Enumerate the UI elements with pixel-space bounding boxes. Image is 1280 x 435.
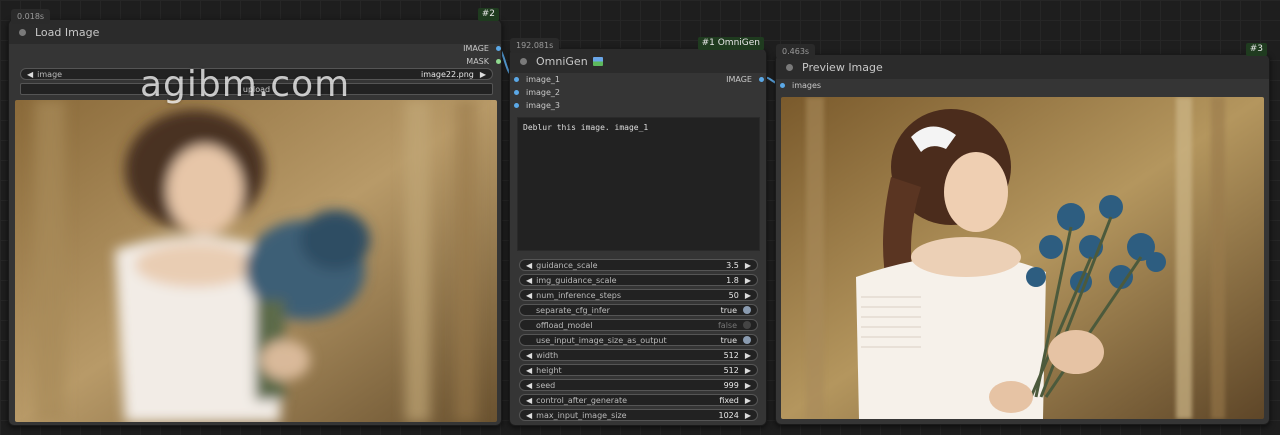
input-images-pin[interactable] xyxy=(780,83,785,88)
output-mask[interactable]: MASK xyxy=(466,57,501,66)
input-image-2[interactable]: image_2 xyxy=(514,88,560,97)
increment-arrow-icon[interactable]: ▶ xyxy=(745,261,751,270)
output-image-pin[interactable] xyxy=(759,77,764,82)
blurred-bride-image xyxy=(15,100,497,422)
image-emoji-icon xyxy=(592,56,603,66)
widget-max-input-image-size[interactable]: ◀ max_input_image_size 1024 ▶ xyxy=(519,409,758,421)
widget-label: max_input_image_size xyxy=(536,410,627,420)
input-image-2-pin[interactable] xyxy=(514,90,519,95)
widget-offload-model[interactable]: offload_model false xyxy=(519,319,758,331)
widget-label: seed xyxy=(536,380,556,390)
decrement-arrow-icon[interactable]: ◀ xyxy=(526,366,532,375)
widget-guidance-scale[interactable]: ◀ guidance_scale 3.5 ▶ xyxy=(519,259,758,271)
widget-label: num_inference_steps xyxy=(536,290,622,300)
preview-badge: #3 xyxy=(1245,43,1267,56)
output-image-label: IMAGE xyxy=(726,75,752,84)
input-image-3-pin[interactable] xyxy=(514,103,519,108)
combo-right-arrow-icon[interactable]: ▶ xyxy=(480,70,486,79)
combo-left-arrow-icon[interactable]: ◀ xyxy=(27,70,33,79)
widget-width[interactable]: ◀ width 512 ▶ xyxy=(519,349,758,361)
widget-label: control_after_generate xyxy=(536,395,628,405)
decrement-arrow-icon[interactable]: ◀ xyxy=(526,261,532,270)
increment-arrow-icon[interactable]: ▶ xyxy=(745,396,751,405)
decrement-arrow-icon[interactable]: ◀ xyxy=(526,351,532,360)
widget-label: img_guidance_scale xyxy=(536,275,617,285)
load-image-badge: #2 xyxy=(477,8,499,21)
increment-arrow-icon[interactable]: ▶ xyxy=(745,291,751,300)
increment-arrow-icon[interactable]: ▶ xyxy=(745,381,751,390)
input-image-3[interactable]: image_3 xyxy=(514,101,560,110)
combo-value: image22.png xyxy=(420,69,474,79)
toggle-knob-icon[interactable] xyxy=(743,336,751,344)
decrement-arrow-icon[interactable]: ◀ xyxy=(526,411,532,420)
input-image-2-label: image_2 xyxy=(526,88,561,97)
load-image-timer: 0.018s xyxy=(11,9,51,24)
output-image[interactable]: IMAGE xyxy=(726,75,764,84)
widget-value: 1024 xyxy=(718,410,739,420)
output-image-label: IMAGE xyxy=(463,44,489,53)
preview-image-output xyxy=(781,97,1264,419)
widget-value: 1.8 xyxy=(726,275,739,285)
increment-arrow-icon[interactable]: ▶ xyxy=(745,351,751,360)
preview-image-node[interactable]: 0.463s #3 Preview Image images xyxy=(775,43,1270,425)
widget-use-input-image-size-as-output[interactable]: use_input_image_size_as_output true xyxy=(519,334,758,346)
widget-value: 512 xyxy=(723,350,739,360)
widget-value: 50 xyxy=(728,290,739,300)
output-image[interactable]: IMAGE xyxy=(463,44,501,53)
widget-label: width xyxy=(536,350,559,360)
toggle-knob-icon[interactable] xyxy=(743,321,751,329)
widget-separate-cfg-infer[interactable]: separate_cfg_infer true xyxy=(519,304,758,316)
loaded-image-preview xyxy=(15,100,497,422)
collapse-dot-icon[interactable] xyxy=(786,63,793,71)
increment-arrow-icon[interactable]: ▶ xyxy=(745,366,751,375)
load-image-header[interactable]: Load Image xyxy=(9,20,501,44)
node-title: OmniGen xyxy=(536,54,588,68)
toggle-knob-icon[interactable] xyxy=(743,306,751,314)
widget-value: false xyxy=(717,320,737,330)
input-image-1[interactable]: image_1 xyxy=(514,75,560,84)
widget-num-inference-steps[interactable]: ◀ num_inference_steps 50 ▶ xyxy=(519,289,758,301)
decrement-arrow-icon[interactable]: ◀ xyxy=(526,396,532,405)
widget-value: 512 xyxy=(723,365,739,375)
decrement-arrow-icon[interactable]: ◀ xyxy=(526,291,532,300)
output-mask-label: MASK xyxy=(466,57,489,66)
widget-value: true xyxy=(720,335,737,345)
preview-header[interactable]: Preview Image xyxy=(776,55,1269,79)
widget-seed[interactable]: ◀ seed 999 ▶ xyxy=(519,379,758,391)
collapse-dot-icon[interactable] xyxy=(520,57,527,65)
widget-label: offload_model xyxy=(536,320,593,330)
preview-timer: 0.463s xyxy=(776,44,816,59)
widget-label: height xyxy=(536,365,562,375)
widget-label: separate_cfg_infer xyxy=(536,305,610,315)
sharp-bride-image xyxy=(781,97,1264,419)
node-title: Preview Image xyxy=(802,60,883,74)
widget-value: 3.5 xyxy=(726,260,739,270)
output-mask-pin[interactable] xyxy=(496,59,501,64)
widget-height[interactable]: ◀ height 512 ▶ xyxy=(519,364,758,376)
increment-arrow-icon[interactable]: ▶ xyxy=(745,411,751,420)
decrement-arrow-icon[interactable]: ◀ xyxy=(526,381,532,390)
widget-value: 999 xyxy=(723,380,739,390)
omnigen-node[interactable]: 192.081s #1 OmniGen OmniGen image_1 imag… xyxy=(509,37,767,426)
input-images[interactable]: images xyxy=(780,81,821,90)
input-image-1-pin[interactable] xyxy=(514,77,519,82)
omnigen-badge: #1 OmniGen xyxy=(697,37,764,50)
omnigen-timer: 192.081s xyxy=(510,38,560,53)
widget-label: use_input_image_size_as_output xyxy=(536,335,667,345)
widget-img-guidance-scale[interactable]: ◀ img_guidance_scale 1.8 ▶ xyxy=(519,274,758,286)
collapse-dot-icon[interactable] xyxy=(19,28,26,36)
input-images-label: images xyxy=(792,81,822,90)
decrement-arrow-icon[interactable]: ◀ xyxy=(526,276,532,285)
prompt-textarea[interactable]: Deblur this image. image_1 xyxy=(517,117,760,251)
watermark-text: agibm.com xyxy=(140,64,351,105)
increment-arrow-icon[interactable]: ▶ xyxy=(745,276,751,285)
widget-value: fixed xyxy=(719,395,739,405)
node-title: Load Image xyxy=(35,25,100,39)
output-image-pin[interactable] xyxy=(496,46,501,51)
input-image-3-label: image_3 xyxy=(526,101,561,110)
input-image-1-label: image_1 xyxy=(526,75,561,84)
widget-value: true xyxy=(720,305,737,315)
widget-control-after-generate[interactable]: ◀ control_after_generate fixed ▶ xyxy=(519,394,758,406)
widget-label: guidance_scale xyxy=(536,260,598,270)
